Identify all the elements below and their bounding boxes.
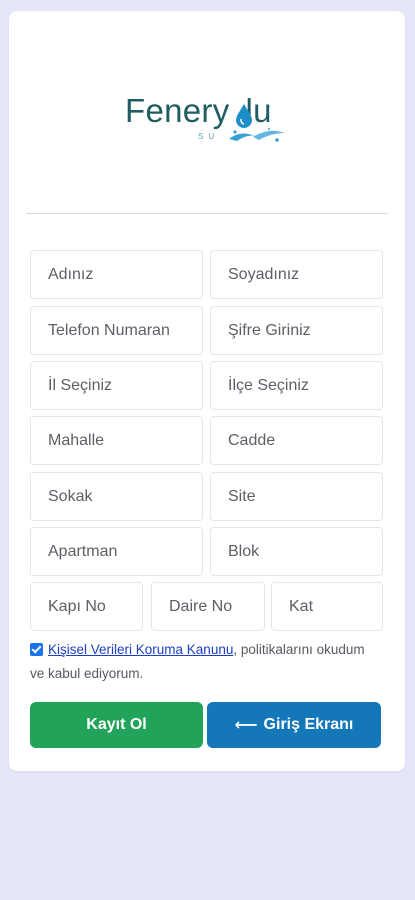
block-input[interactable]: Blok xyxy=(210,527,383,576)
phone-input[interactable]: Telefon Numaran xyxy=(30,306,203,355)
street-input[interactable]: Sokak xyxy=(30,472,203,521)
avenue-input[interactable]: Cadde xyxy=(210,416,383,465)
password-input[interactable]: Şifre Giriniz xyxy=(210,306,383,355)
province-select[interactable]: İl Seçiniz xyxy=(30,361,203,410)
first-name-input[interactable]: Adınız xyxy=(30,250,203,299)
header-divider xyxy=(26,213,388,214)
consent-checkbox[interactable] xyxy=(30,643,43,656)
login-screen-button[interactable]: ⟵ Giriş Ekranı xyxy=(207,702,381,748)
register-card: Fenery lu SU Adınız Soyadınız Telefon Num… xyxy=(9,11,405,771)
floor-input[interactable]: Kat xyxy=(271,582,383,631)
district-select[interactable]: İlçe Seçiniz xyxy=(210,361,383,410)
arrow-left-icon: ⟵ xyxy=(234,717,258,734)
water-splash-icon xyxy=(229,127,285,142)
brand-logo: Fenery lu SU xyxy=(9,89,405,149)
login-screen-button-label: Giriş Ekranı xyxy=(263,716,354,733)
last-name-input[interactable]: Soyadınız xyxy=(210,250,383,299)
flat-no-input[interactable]: Daire No xyxy=(151,582,265,631)
consent-text: Kişisel Verileri Koruma Kanunu, politika… xyxy=(30,638,366,686)
brand-subtitle: SU xyxy=(198,132,220,141)
register-button-label: Kayıt Ol xyxy=(86,716,147,733)
kvkk-link[interactable]: Kişisel Verileri Koruma Kanunu xyxy=(48,642,233,657)
site-input[interactable]: Site xyxy=(210,472,383,521)
apartment-input[interactable]: Apartman xyxy=(30,527,203,576)
register-button[interactable]: Kayıt Ol xyxy=(30,702,203,748)
neighborhood-input[interactable]: Mahalle xyxy=(30,416,203,465)
door-no-input[interactable]: Kapı No xyxy=(30,582,143,631)
